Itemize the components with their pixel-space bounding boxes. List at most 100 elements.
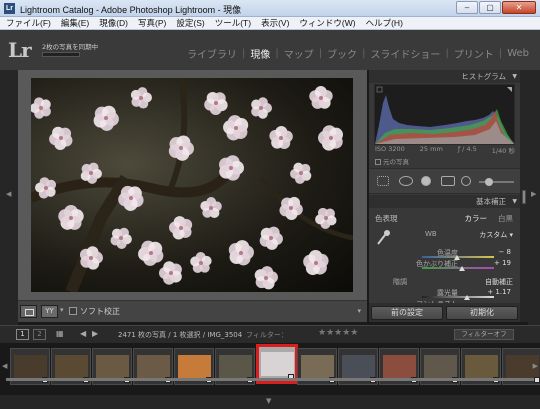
right-panel-scrollbar[interactable] xyxy=(520,70,528,322)
minimize-button[interactable]: – xyxy=(456,1,478,14)
treatment-color[interactable]: カラー xyxy=(465,213,488,224)
previous-settings-button[interactable]: 前の設定 xyxy=(371,306,443,320)
menu-file[interactable]: ファイル(F) xyxy=(6,17,51,29)
thumb-image xyxy=(465,355,498,379)
menubar: ファイル(F) 編集(E) 現像(D) 写真(P) 設定(S) ツール(T) 表… xyxy=(0,17,540,30)
module-web[interactable]: Web xyxy=(502,48,534,59)
menu-photo[interactable]: 写真(P) xyxy=(138,17,166,29)
menu-edit[interactable]: 編集(E) xyxy=(61,17,89,29)
wb-select[interactable]: カスタム ▾ xyxy=(479,230,513,240)
right-panel-edge[interactable]: ▶ xyxy=(528,70,540,342)
expand-left-icon[interactable]: ◀ xyxy=(6,190,11,198)
module-print[interactable]: プリント xyxy=(449,46,499,61)
reset-button[interactable]: 初期化 xyxy=(446,306,518,320)
original-photo-toggle[interactable]: 元の写真 xyxy=(375,156,409,166)
menu-tools[interactable]: ツール(T) xyxy=(215,17,251,29)
temp-slider[interactable] xyxy=(422,255,494,260)
menu-develop[interactable]: 現像(D) xyxy=(99,17,128,29)
window-1-button[interactable]: 1 xyxy=(16,329,29,340)
rating-filter-stars[interactable]: ★★★★★ xyxy=(318,328,358,338)
radial-filter-icon[interactable] xyxy=(461,176,471,186)
module-develop[interactable]: 現像 xyxy=(245,46,275,61)
lightroom-logo: Lr xyxy=(8,38,32,62)
exif-info: ISO 3200 25 mm ƒ / 4.5 1/40 秒 xyxy=(375,145,515,155)
module-book[interactable]: ブック xyxy=(322,46,362,61)
close-button[interactable]: ✕ xyxy=(502,1,536,14)
tint-slider[interactable] xyxy=(422,266,494,271)
exif-iso: ISO 3200 xyxy=(375,145,405,153)
filter-off-select[interactable]: フィルターオフ xyxy=(454,329,514,340)
grid-view-icon[interactable]: ▦ xyxy=(56,329,64,338)
menu-help[interactable]: ヘルプ(H) xyxy=(366,17,403,29)
sync-progress-bar xyxy=(42,52,80,57)
filmstrip-right-icon[interactable]: ▶ xyxy=(533,362,538,370)
maximize-button[interactable]: ▢ xyxy=(479,1,501,14)
auto-tone-button[interactable]: 自動補正 xyxy=(485,277,513,287)
cherry-blossom-photo xyxy=(31,78,353,292)
wb-eyedropper-icon[interactable] xyxy=(375,228,391,246)
window-2-button[interactable]: 2 xyxy=(33,329,46,340)
develop-toolbar: YY ▾ ソフト校正 ▾ xyxy=(18,300,367,322)
module-picker: ライブラリ | 現像 | マップ | ブック | スライドショー | プリント | Web xyxy=(182,46,534,61)
treatment-row: 色表現 カラー 白黒 xyxy=(375,213,515,224)
thumb-image xyxy=(383,355,416,379)
left-panel-collapsed[interactable]: ◀ xyxy=(0,70,18,342)
module-header: Lr 2枚の写真を同期中 ライブラリ | 現像 | マップ | ブック | スライドショ… xyxy=(0,30,540,70)
basic-title: 基本補正 xyxy=(476,197,506,206)
basic-header[interactable]: 基本補正 ▼ xyxy=(369,195,520,208)
tint-slider-knob[interactable] xyxy=(458,266,465,271)
loupe-view-button[interactable] xyxy=(20,305,37,318)
filmstrip-scroll-thumb[interactable] xyxy=(6,378,534,381)
previous-icon[interactable]: ◀ xyxy=(80,329,86,338)
main-photo[interactable] xyxy=(31,78,353,292)
soft-proof-checkbox[interactable] xyxy=(69,307,77,315)
menu-window[interactable]: ウィンドウ(W) xyxy=(299,17,355,29)
graduated-filter-icon[interactable] xyxy=(441,176,455,186)
tint-value[interactable]: + 19 xyxy=(494,259,511,267)
original-photo-checkbox[interactable] xyxy=(375,159,381,165)
thumb-image xyxy=(424,355,457,379)
thumb-image xyxy=(219,355,252,379)
thumb-image xyxy=(301,355,334,379)
bottom-edge[interactable]: ▼ xyxy=(0,395,540,409)
before-after-button[interactable]: YY xyxy=(41,305,58,318)
treatment-bw[interactable]: 白黒 xyxy=(498,213,513,224)
temp-value[interactable]: − 8 xyxy=(498,248,511,256)
edited-badge-icon xyxy=(534,377,540,383)
module-slideshow[interactable]: スライドショー xyxy=(365,46,445,61)
menu-view[interactable]: 表示(V) xyxy=(261,17,289,29)
scrollbar-thumb[interactable] xyxy=(522,190,526,204)
exposure-slider[interactable] xyxy=(422,295,494,300)
spot-removal-icon[interactable] xyxy=(399,176,413,186)
thumb-image xyxy=(178,355,211,379)
collapse-right-icon[interactable]: ▶ xyxy=(531,190,536,198)
module-map[interactable]: マップ xyxy=(279,46,319,61)
red-eye-icon[interactable] xyxy=(421,176,431,186)
before-after-dropdown-icon[interactable]: ▾ xyxy=(60,306,64,314)
thumb-image xyxy=(55,355,88,379)
histogram xyxy=(374,84,515,145)
exif-focal-length: 25 mm xyxy=(419,145,443,153)
brush-slider-knob[interactable] xyxy=(485,178,493,186)
collapse-icon: ▼ xyxy=(512,198,517,205)
sync-status: 2枚の写真を同期中 xyxy=(42,43,99,51)
menu-settings[interactable]: 設定(S) xyxy=(176,17,204,29)
filmstrip-scrollbar[interactable] xyxy=(6,378,534,381)
tone-label: 階調 xyxy=(393,278,407,286)
exposure-value[interactable]: + 1.17 xyxy=(487,288,511,296)
thumb-image xyxy=(342,355,375,379)
crop-tool-icon[interactable] xyxy=(377,176,389,186)
module-library[interactable]: ライブラリ xyxy=(182,46,242,61)
panel-buttons: 前の設定 初期化 xyxy=(369,303,520,322)
thumb-image xyxy=(137,355,170,379)
thumb-image xyxy=(96,355,129,379)
next-icon[interactable]: ▶ xyxy=(92,329,98,338)
filter-label: フィルター： xyxy=(246,331,288,339)
filmstrip-toolbar: 1 2 ▦ ◀ ▶ 2471 枚の写真 / 1 枚選択 / IMG_3504 フ… xyxy=(0,325,540,343)
toolbar-menu-icon[interactable]: ▾ xyxy=(357,307,361,315)
filmstrip-left-icon[interactable]: ◀ xyxy=(2,362,7,370)
collapse-filmstrip-icon[interactable]: ▼ xyxy=(266,397,271,405)
wb-label: WB xyxy=(425,230,437,238)
histogram-header[interactable]: ヒストグラム ▼ xyxy=(369,70,520,83)
filmstrip-info[interactable]: 2471 枚の写真 / 1 枚選択 / IMG_3504 xyxy=(118,330,242,340)
